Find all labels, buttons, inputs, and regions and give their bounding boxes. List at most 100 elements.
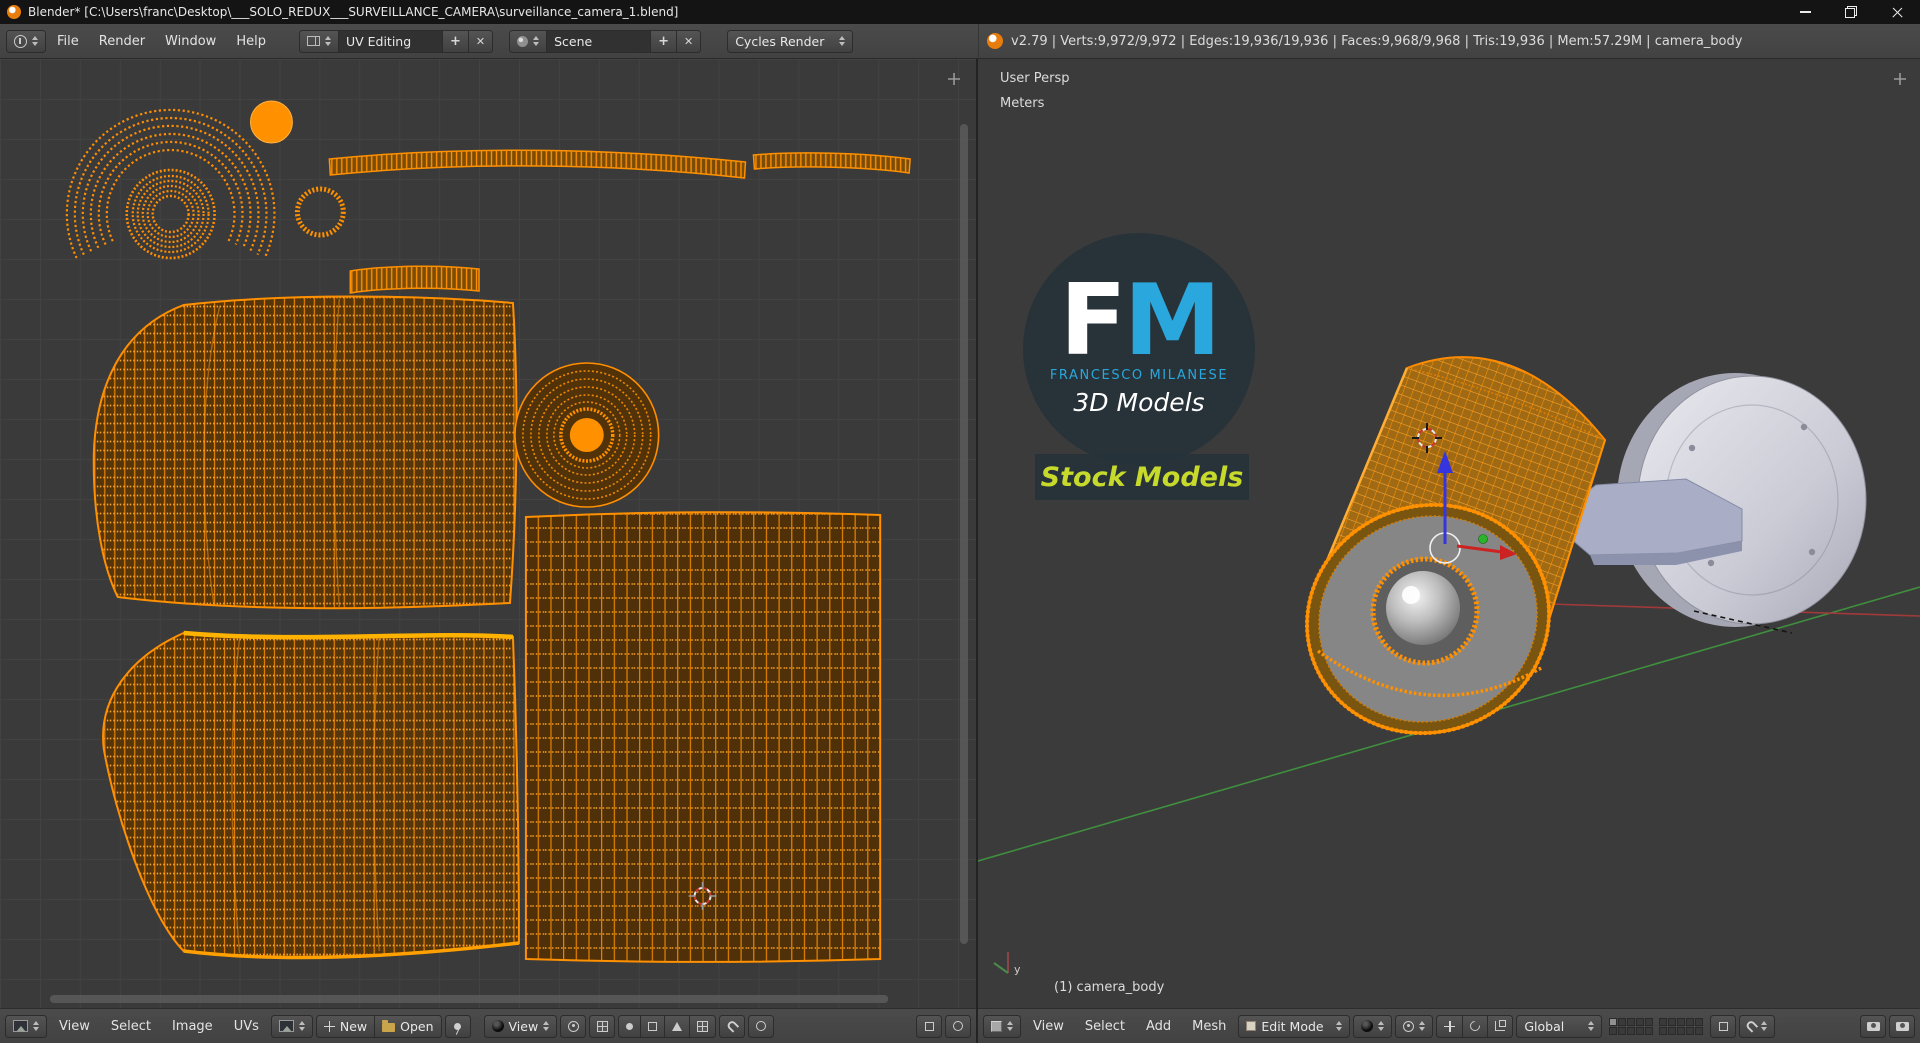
v3d-menu-select[interactable]: Select	[1076, 1009, 1134, 1043]
uv-select-vertex-button[interactable]	[618, 1014, 641, 1038]
v3d-menu-view[interactable]: View	[1024, 1009, 1073, 1043]
image-browse-button[interactable]	[270, 1014, 313, 1038]
opengl-render-anim-button[interactable]	[1889, 1014, 1915, 1038]
scene-add-button[interactable]: +	[650, 29, 676, 53]
uv-select-face-button[interactable]	[664, 1014, 690, 1038]
uv-island-strip-small[interactable]	[349, 265, 480, 294]
restore-icon	[1845, 6, 1857, 18]
render-animation-icon	[1895, 1021, 1909, 1031]
editor-type-selector-info[interactable]	[6, 29, 46, 53]
magnet-icon	[725, 1019, 739, 1033]
folder-icon	[382, 1019, 396, 1032]
scene-delete-button[interactable]: ✕	[675, 29, 702, 53]
manipulator-scale-button[interactable]	[1487, 1014, 1514, 1038]
menu-help[interactable]: Help	[227, 24, 275, 59]
uv-sync-selection-toggle[interactable]	[589, 1014, 616, 1038]
uv-normalized-toggle[interactable]	[916, 1014, 942, 1038]
v3d-menu-mesh[interactable]: Mesh	[1183, 1009, 1235, 1043]
image-new-button[interactable]: New	[315, 1014, 375, 1038]
watermark-author: FRANCESCO MILANESE	[1049, 367, 1229, 383]
face-select-icon	[672, 1021, 683, 1031]
manipulator-rotate-button[interactable]	[1462, 1014, 1488, 1038]
close-button[interactable]	[1874, 0, 1920, 24]
island-select-icon	[697, 1020, 709, 1032]
globe-icon	[953, 1021, 963, 1031]
uv-horizontal-scrollbar[interactable]	[49, 995, 889, 1003]
pivot-dropdown[interactable]	[1395, 1014, 1434, 1038]
uv-select-mode-group	[618, 1014, 717, 1038]
uv-island-rect[interactable]	[524, 511, 882, 963]
view-name-label: User Persp	[1000, 71, 1070, 86]
uv-canvas[interactable]	[0, 59, 976, 1008]
image-editor-icon	[13, 1020, 28, 1032]
editor-type-selector-3d[interactable]	[983, 1014, 1021, 1038]
chevron-updown-icon	[543, 1021, 550, 1031]
lock-icon	[1718, 1021, 1728, 1031]
uv-menu-image[interactable]: Image	[163, 1009, 222, 1043]
chevron-updown-icon	[1007, 1021, 1013, 1031]
v3d-menu-add[interactable]: Add	[1137, 1009, 1180, 1043]
snap-dropdown[interactable]	[1739, 1014, 1776, 1038]
uv-island-radial-disc[interactable]	[514, 362, 660, 508]
uv-menu-uvs[interactable]: UVs	[225, 1009, 268, 1043]
editor-type-selector-image[interactable]	[5, 1014, 47, 1038]
image-pin-button[interactable]	[444, 1014, 471, 1038]
uv-menu-select[interactable]: Select	[102, 1009, 160, 1043]
window-controls	[1782, 0, 1920, 24]
uv-draw-other-objects-toggle[interactable]	[945, 1014, 971, 1038]
scene-statistics: v2.79 | Verts:9,972/9,972 | Edges:19,936…	[1011, 33, 1743, 49]
uv-island-body-bottom[interactable]	[102, 630, 520, 960]
screen-layout-browse-button[interactable]	[298, 29, 338, 53]
scene-icon	[517, 35, 529, 47]
plus-icon	[323, 1020, 335, 1032]
mode-dropdown[interactable]: Edit Mode	[1238, 1014, 1351, 1038]
scale-icon	[1495, 1020, 1507, 1031]
menu-window[interactable]: Window	[156, 24, 225, 59]
uv-island-body-top[interactable]	[92, 295, 518, 610]
scene-name-field[interactable]: Scene	[546, 29, 651, 53]
layers-widget[interactable]	[1609, 1017, 1704, 1035]
chevron-updown-icon	[1419, 1021, 1426, 1031]
viewport-canvas[interactable]	[978, 59, 1920, 1008]
screen-layout-delete-button[interactable]: ✕	[467, 29, 494, 53]
snap-magnet-icon	[1745, 1019, 1759, 1033]
pivot-point-icon	[1403, 1020, 1415, 1032]
gizmo-y-label: y	[1014, 963, 1021, 976]
blender-app-icon	[7, 5, 21, 19]
uv-menu-view[interactable]: View	[50, 1009, 99, 1043]
render-engine-dropdown[interactable]: Cycles Render	[727, 29, 854, 53]
restore-button[interactable]	[1828, 0, 1874, 24]
uv-snap-button[interactable]	[719, 1014, 746, 1038]
edge-select-icon	[648, 1021, 658, 1031]
watermark-logo: FM FRANCESCO MILANESE 3D Models	[1023, 233, 1255, 465]
opengl-render-image-button[interactable]	[1860, 1014, 1886, 1038]
uv-image-editor: View Select Image UVs New Open View	[0, 59, 978, 1043]
uv-select-island-button[interactable]	[689, 1014, 717, 1038]
blender-logo-icon	[987, 33, 1003, 49]
watermark-initial-m: M	[1123, 264, 1222, 379]
main-area: View Select Image UVs New Open View User…	[0, 59, 1920, 1043]
uv-vertical-scrollbar[interactable]	[960, 124, 969, 944]
image-open-button[interactable]: Open	[374, 1014, 442, 1038]
viewport-footer: View Select Add Mesh Edit Mode Global	[978, 1008, 1920, 1043]
manipulator-translate-button[interactable]	[1436, 1014, 1463, 1038]
lock-to-scene-button[interactable]	[1710, 1014, 1737, 1038]
menu-file[interactable]: File	[48, 24, 88, 59]
render-engine-label: Cycles Render	[735, 33, 825, 49]
uv-select-edge-button[interactable]	[640, 1014, 665, 1038]
uv-proportional-edit-button[interactable]	[748, 1014, 775, 1038]
display-channels-dropdown[interactable]: View	[483, 1014, 558, 1038]
scene-browse-button[interactable]	[509, 29, 547, 53]
watermark-initials: FM	[1060, 272, 1221, 370]
uv-island-disc-small[interactable]	[249, 100, 293, 144]
screen-layout-name-field[interactable]: UV Editing	[337, 29, 442, 53]
screen-layout-add-button[interactable]: +	[441, 29, 468, 53]
close-icon	[1891, 6, 1904, 19]
viewport-shading-dropdown[interactable]	[1353, 1014, 1393, 1038]
uv-pivot-button[interactable]	[560, 1014, 587, 1038]
minimize-button[interactable]	[1782, 0, 1828, 24]
menu-render[interactable]: Render	[90, 24, 154, 59]
viewport-editor-icon	[991, 1020, 1002, 1032]
pivot-icon	[567, 1020, 579, 1032]
orientation-dropdown[interactable]: Global	[1516, 1014, 1603, 1038]
